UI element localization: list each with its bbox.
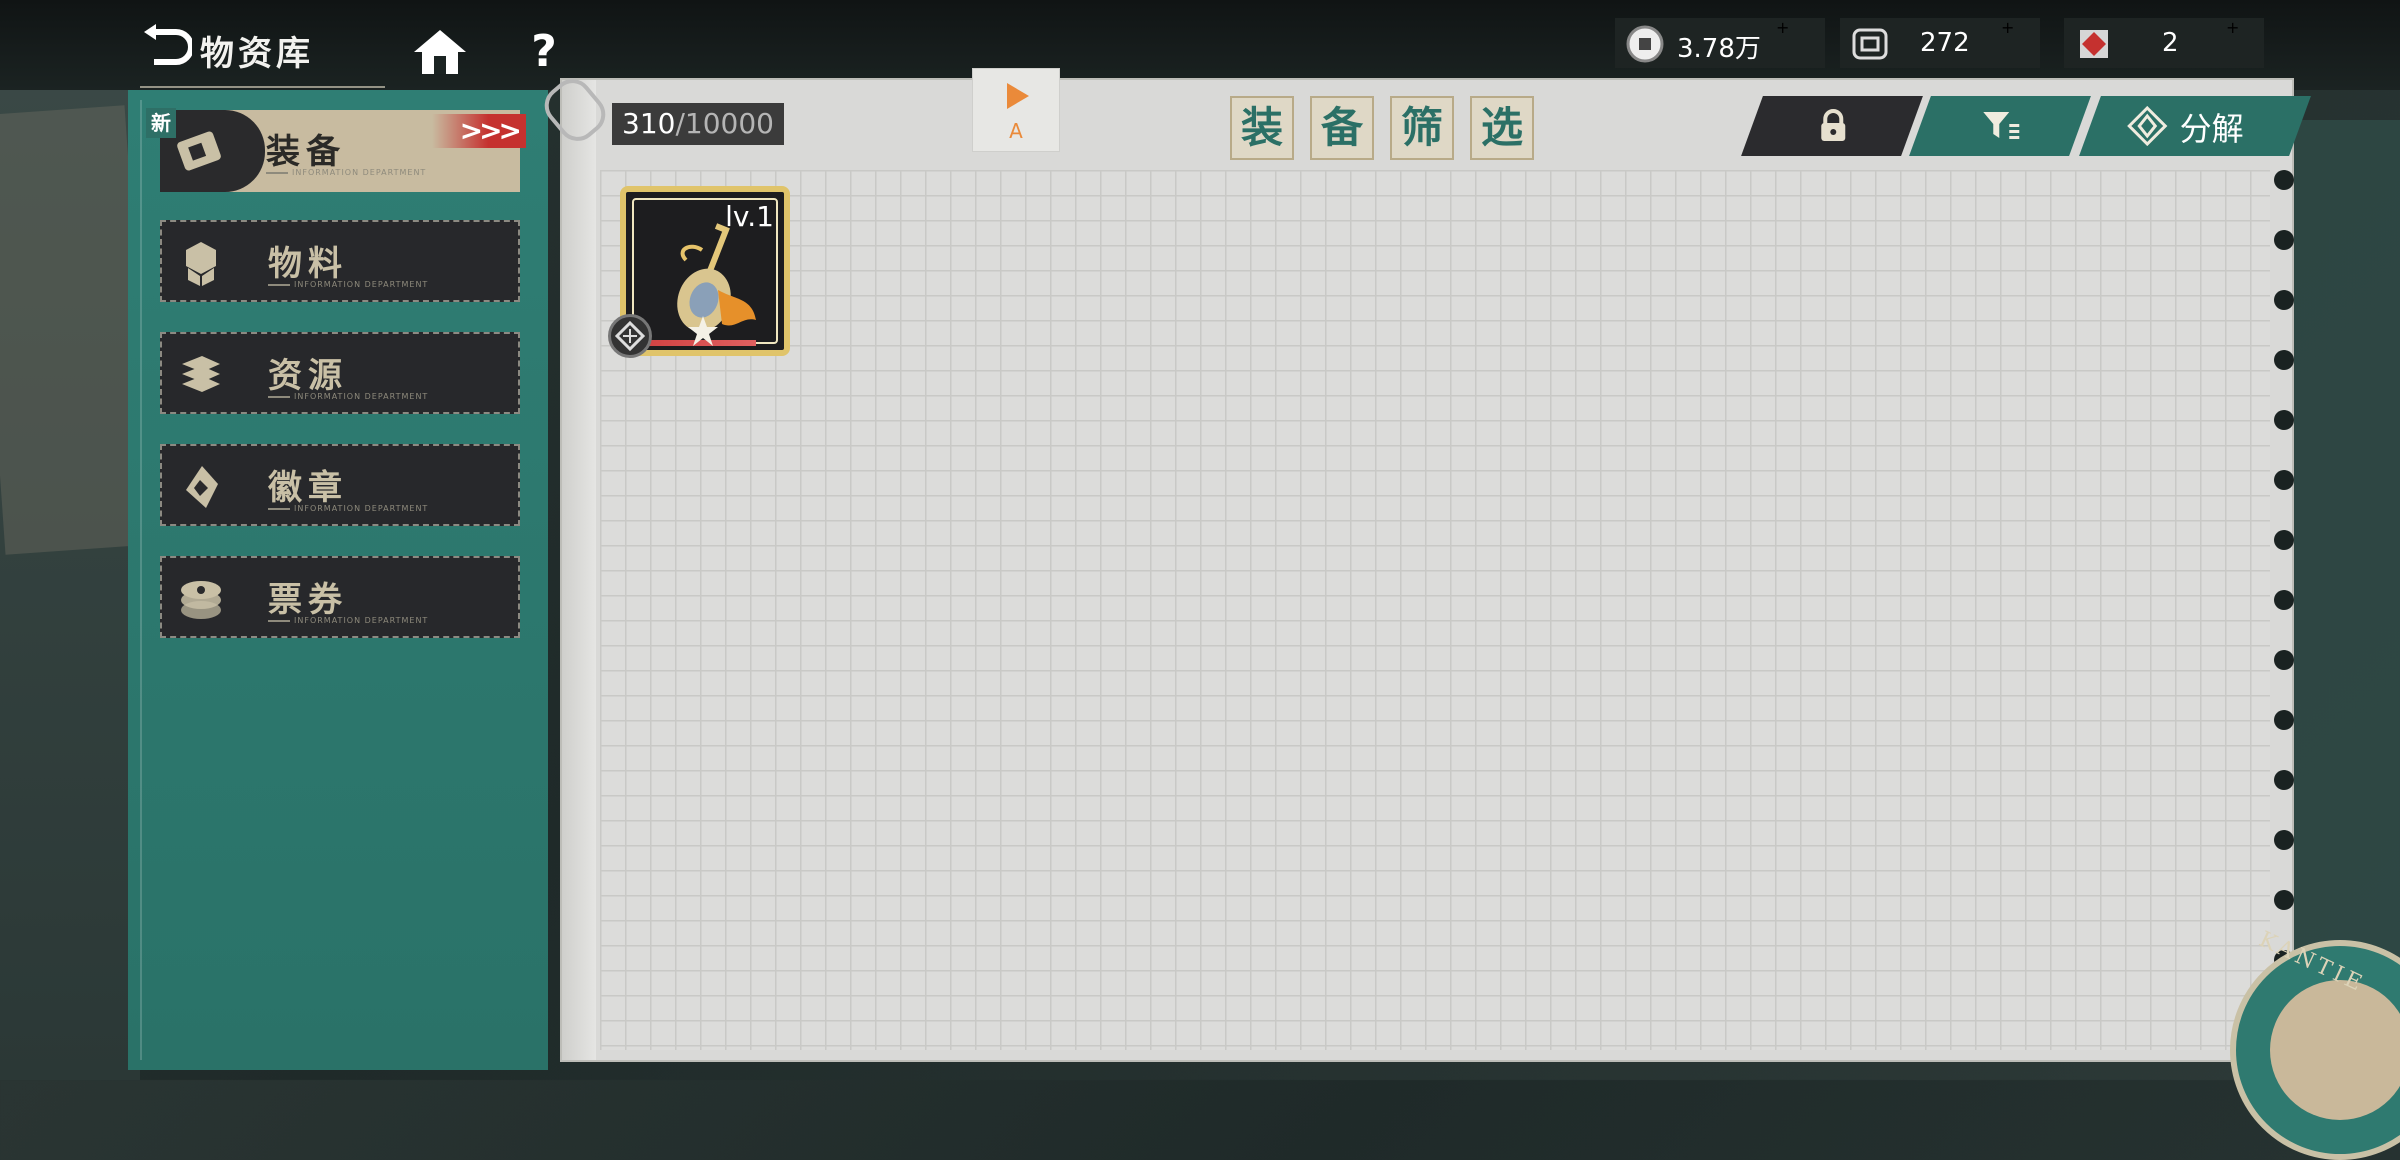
add-ticket-button[interactable]: + [2001, 18, 2015, 68]
sidebar-item-badges[interactable]: 徽章 INFORMATION DEPARTMENT [160, 444, 520, 526]
back-arrow-icon[interactable] [140, 24, 194, 70]
play-icon [1007, 83, 1029, 109]
home-button[interactable] [410, 26, 470, 78]
coin-value: 3.78万 [1677, 34, 1761, 64]
lock-button[interactable] [1741, 96, 1923, 156]
background-right [2290, 120, 2400, 1020]
add-crystal-button[interactable]: + [2226, 18, 2240, 68]
badge-icon [176, 462, 226, 512]
sidebar-item-subtitle: INFORMATION DEPARTMENT [268, 392, 428, 401]
filter-title-char: 装 [1230, 96, 1294, 160]
sidebar-item-resources[interactable]: 资源 INFORMATION DEPARTMENT [160, 332, 520, 414]
sidebar-item-subtitle: INFORMATION DEPARTMENT [266, 168, 426, 177]
voucher-icon [176, 574, 226, 624]
notebook-spine [562, 80, 596, 1060]
filter-title-char: 选 [1470, 96, 1534, 160]
sidebar-item-vouchers[interactable]: 票券 INFORMATION DEPARTMENT [160, 556, 520, 638]
item-level: lv.1 [725, 200, 774, 233]
capacity-separator: / [675, 107, 685, 140]
title-underline [140, 86, 385, 88]
decompose-icon [2125, 105, 2169, 150]
sort-tab-label: A [1009, 119, 1023, 143]
filter-icon [1981, 108, 2021, 148]
active-arrows: >>> [432, 114, 526, 148]
page-title: 物资库 [200, 34, 314, 74]
filter-title-char: 筛 [1390, 96, 1454, 160]
home-icon [414, 30, 466, 74]
inventory-count: 310 [622, 107, 676, 140]
sort-tab[interactable]: A [972, 68, 1060, 152]
add-coin-button[interactable]: + [1776, 18, 1790, 68]
resource-coin: 3.78万 [1615, 18, 1825, 68]
equipment-icon [174, 126, 224, 176]
help-button[interactable]: ? [520, 24, 568, 80]
star-icon [686, 314, 720, 348]
resources-icon [176, 350, 226, 400]
ticket-value: 272 [1920, 28, 1970, 58]
inventory-grid[interactable] [600, 170, 2270, 1050]
inventory-capacity: 310/10000 [612, 103, 784, 145]
sidebar-item-label: 票券 [268, 580, 348, 620]
decompose-label: 分解 [2179, 110, 2244, 148]
panel-rule [140, 100, 142, 1060]
new-badge: 新 [146, 108, 176, 138]
sidebar-item-subtitle: INFORMATION DEPARTMENT [268, 280, 428, 289]
sidebar-item-subtitle: INFORMATION DEPARTMENT [268, 504, 428, 513]
notebook-holes [2274, 170, 2294, 1050]
sidebar-item-materials[interactable]: 物料 INFORMATION DEPARTMENT [160, 220, 520, 302]
set-badge-icon [608, 314, 652, 358]
lock-icon [1815, 108, 1851, 148]
inventory-max: 10000 [684, 107, 774, 140]
top-bar [0, 0, 2400, 90]
sidebar-item-subtitle: INFORMATION DEPARTMENT [268, 616, 428, 625]
ticket-icon [1850, 24, 1890, 64]
sidebar-item-label: 徽章 [268, 468, 348, 508]
coin-icon [1625, 24, 1665, 64]
filter-title-char: 备 [1310, 96, 1374, 160]
crystal-icon [2074, 24, 2114, 64]
sidebar-item-label: 物料 [268, 244, 348, 284]
filter-button[interactable] [1909, 96, 2091, 156]
crystal-value: 2 [2162, 28, 2179, 58]
materials-icon [176, 238, 226, 288]
decompose-button[interactable]: 分解 [2079, 96, 2311, 156]
emblem-center [2270, 980, 2400, 1120]
sidebar-item-label: 装备 [266, 132, 346, 172]
sidebar-item-label: 资源 [268, 356, 348, 396]
